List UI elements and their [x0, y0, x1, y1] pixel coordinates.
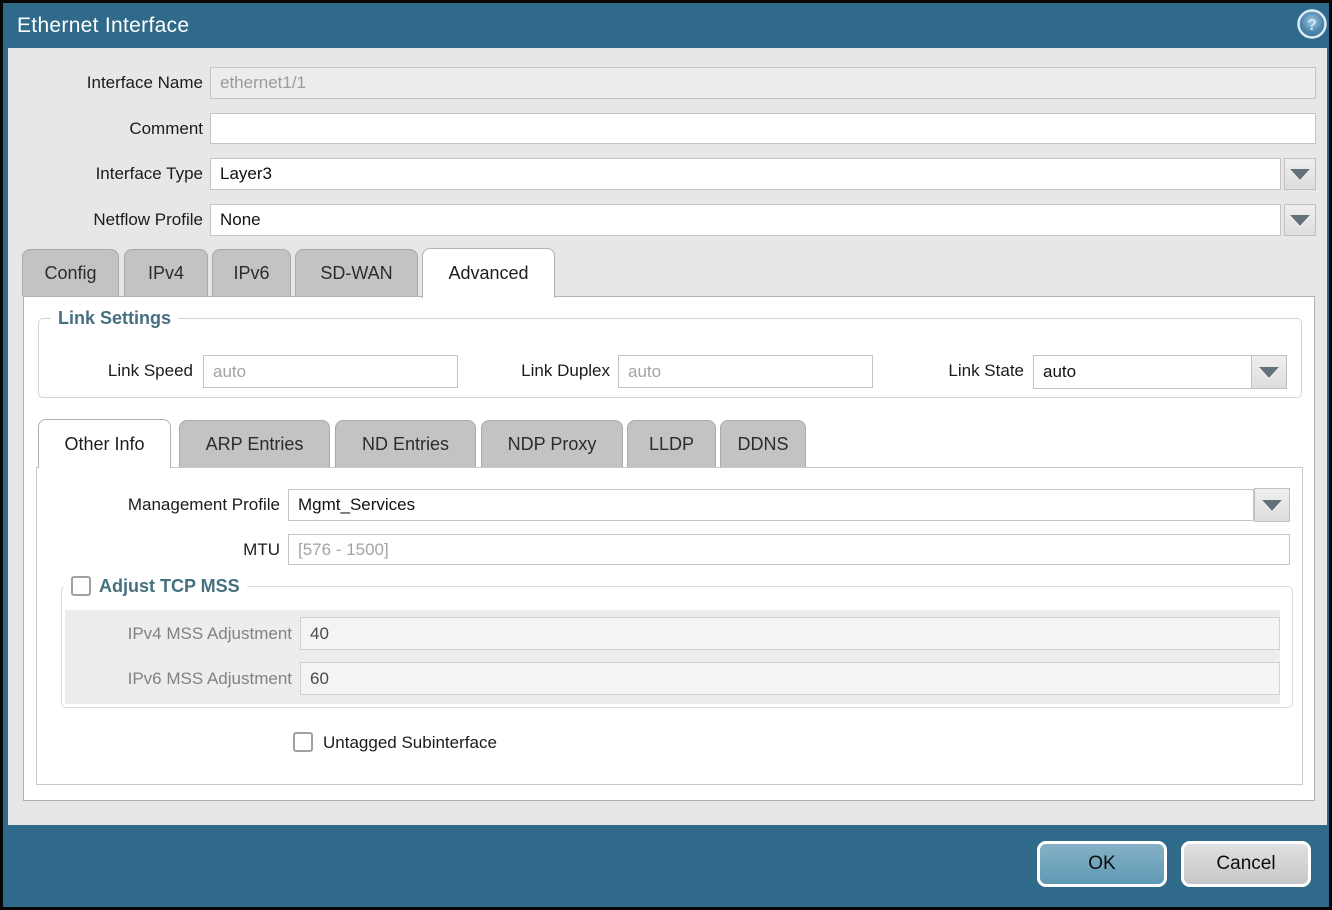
- tab-ipv4[interactable]: IPv4: [124, 249, 208, 296]
- link-state-select[interactable]: auto: [1033, 355, 1252, 389]
- link-state-dropdown-button[interactable]: [1251, 355, 1287, 389]
- link-duplex-label: Link Duplex: [463, 355, 610, 387]
- subtab-arp-entries[interactable]: ARP Entries: [179, 420, 330, 467]
- management-profile-label: Management Profile: [80, 489, 280, 521]
- chevron-down-icon: [1262, 500, 1282, 511]
- chevron-down-icon: [1290, 169, 1310, 180]
- netflow-profile-label: Netflow Profile: [23, 204, 203, 236]
- subtab-ddns[interactable]: DDNS: [720, 420, 806, 467]
- svg-text:?: ?: [1307, 17, 1317, 34]
- subtab-other-info[interactable]: Other Info: [38, 419, 171, 468]
- tab-config[interactable]: Config: [22, 249, 119, 296]
- ipv6-mss-label: IPv6 MSS Adjustment: [92, 662, 292, 695]
- comment-field[interactable]: [210, 113, 1316, 144]
- tab-sdwan[interactable]: SD-WAN: [295, 249, 418, 296]
- interface-type-value: Layer3: [220, 164, 272, 184]
- adjust-tcp-mss-checkbox[interactable]: [71, 576, 91, 596]
- subtab-nd-entries[interactable]: ND Entries: [335, 420, 476, 467]
- management-profile-select[interactable]: Mgmt_Services: [288, 489, 1254, 521]
- mtu-label: MTU: [80, 534, 280, 566]
- cancel-button[interactable]: Cancel: [1181, 841, 1311, 887]
- tab-ipv6[interactable]: IPv6: [212, 249, 291, 296]
- ipv4-mss-label: IPv4 MSS Adjustment: [92, 617, 292, 650]
- adjust-tcp-mss-legend: Adjust TCP MSS: [64, 574, 247, 598]
- management-profile-dropdown-button[interactable]: [1254, 488, 1290, 522]
- link-duplex-field[interactable]: [618, 355, 873, 388]
- subtab-ndp-proxy[interactable]: NDP Proxy: [481, 420, 623, 467]
- mtu-field[interactable]: [288, 534, 1290, 565]
- interface-name-field: [210, 67, 1316, 99]
- ok-button[interactable]: OK: [1037, 841, 1167, 887]
- subtab-lldp[interactable]: LLDP: [627, 420, 716, 467]
- link-speed-label: Link Speed: [43, 355, 193, 387]
- link-state-label: Link State: [883, 355, 1024, 387]
- interface-type-dropdown-button[interactable]: [1284, 158, 1316, 190]
- netflow-profile-value: None: [220, 210, 261, 230]
- link-settings-legend: Link Settings: [51, 306, 178, 330]
- ipv6-mss-field: [300, 662, 1280, 695]
- interface-type-label: Interface Type: [23, 158, 203, 190]
- link-state-value: auto: [1043, 362, 1076, 382]
- netflow-profile-select[interactable]: None: [210, 204, 1281, 236]
- interface-name-label: Interface Name: [23, 67, 203, 99]
- tab-advanced[interactable]: Advanced: [422, 248, 555, 298]
- untagged-subinterface-checkbox[interactable]: [293, 732, 313, 752]
- interface-type-select[interactable]: Layer3: [210, 158, 1281, 190]
- management-profile-value: Mgmt_Services: [298, 495, 415, 515]
- chevron-down-icon: [1290, 215, 1310, 226]
- ethernet-interface-dialog: Ethernet Interface ? Interface Name Comm…: [0, 0, 1332, 910]
- chevron-down-icon: [1259, 367, 1279, 378]
- comment-label: Comment: [23, 113, 203, 145]
- link-speed-field[interactable]: [203, 355, 458, 388]
- adjust-tcp-mss-legend-text: Adjust TCP MSS: [99, 574, 240, 598]
- ipv4-mss-field: [300, 617, 1280, 650]
- help-icon[interactable]: ?: [1297, 9, 1327, 39]
- dialog-title: Ethernet Interface: [17, 3, 189, 48]
- untagged-subinterface-label: Untagged Subinterface: [323, 727, 623, 759]
- netflow-profile-dropdown-button[interactable]: [1284, 204, 1316, 236]
